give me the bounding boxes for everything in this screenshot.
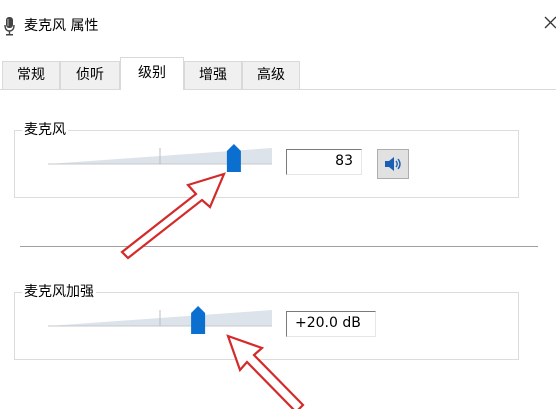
- slider-thumb[interactable]: [191, 306, 206, 334]
- mute-button[interactable]: [377, 149, 409, 179]
- tab-general[interactable]: 常规: [2, 61, 60, 89]
- tab-listen[interactable]: 侦听: [60, 61, 120, 89]
- tab-levels[interactable]: 级别: [120, 57, 184, 90]
- microphone-boost-slider[interactable]: [46, 302, 274, 338]
- title-bar: 麦克风 属性: [0, 0, 556, 44]
- tab-enhancements[interactable]: 增强: [184, 61, 242, 89]
- microphone-boost-value[interactable]: +20.0 dB: [286, 311, 376, 337]
- window-title: 麦克风 属性: [24, 18, 99, 34]
- properties-window: 麦克风 属性 常规 侦听 级别 增强 高级 麦克风 83 麦克风加强 +20.0…: [0, 0, 556, 409]
- separator: [20, 246, 538, 247]
- speaker-icon: [385, 157, 401, 171]
- slider-thumb[interactable]: [226, 144, 241, 172]
- microphone-label: 麦克风: [22, 121, 68, 139]
- microphone-boost-label: 麦克风加强: [22, 283, 96, 301]
- microphone-icon: [4, 17, 15, 36]
- tab-advanced[interactable]: 高级: [242, 61, 300, 89]
- microphone-level-value[interactable]: 83: [286, 149, 362, 175]
- close-icon[interactable]: [534, 14, 556, 36]
- microphone-level-slider[interactable]: [46, 140, 274, 176]
